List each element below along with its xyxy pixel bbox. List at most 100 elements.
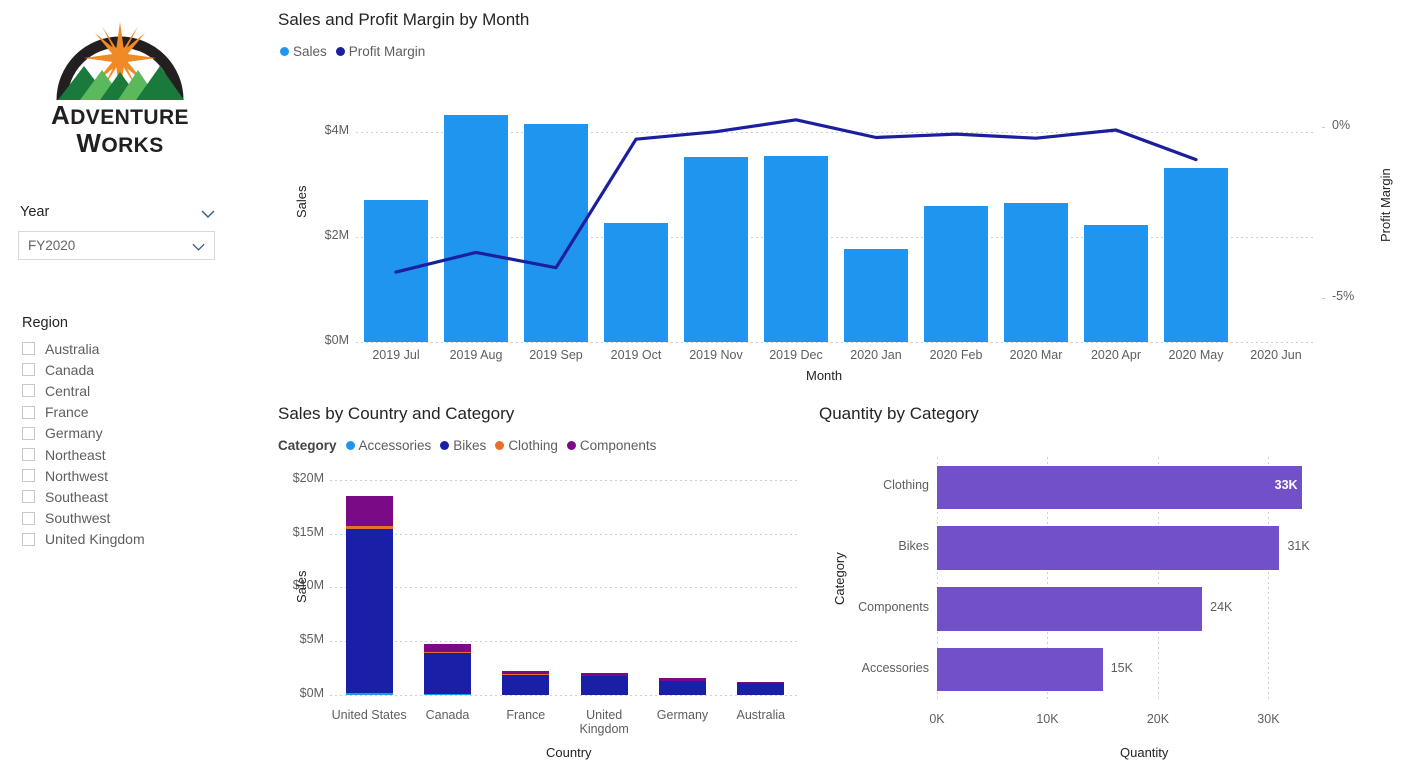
chart2-x-tick: United Kingdom [579,708,629,737]
chart1-bar[interactable] [1164,168,1228,342]
chart2-bar-segment[interactable] [659,678,706,681]
chart1-bar[interactable] [604,223,668,342]
chart2-bar-segment[interactable] [737,681,785,684]
legend-item-sales[interactable]: Sales [280,44,327,59]
chart1-x-tick: 2019 Nov [689,348,743,362]
legend-label: Accessories [358,438,432,453]
chart2-y-tick: $0M [299,686,324,700]
legend-label: Profit Margin [348,44,426,59]
chart2-bar-segment[interactable] [659,681,706,695]
chart1-bar[interactable] [1084,225,1148,342]
chart1-bar[interactable] [764,156,828,342]
chart1-bar[interactable] [684,156,748,342]
legend-item-bikes[interactable]: Bikes [440,438,486,453]
chart1-bar[interactable] [924,206,988,342]
chart2-bar-segment[interactable] [737,683,785,695]
chart1-y-tick: $4M [324,122,349,137]
chart2-legend[interactable]: Category Accessories Bikes Clothing Comp… [278,438,665,453]
chart1-y2-tickmark [1322,127,1325,129]
chart2-bar-segment[interactable] [580,672,628,676]
chart3-value-label: 31K [1287,539,1310,554]
chart2-bar-segment[interactable] [424,652,471,654]
legend-item-accessories[interactable]: Accessories [345,438,432,453]
chart3-bar[interactable] [937,465,1302,510]
chart3-bar[interactable] [937,526,1280,570]
chart2-y-tick: $20M [292,470,324,485]
chart2-gridline [330,641,800,643]
chart1-x-tick: 2020 Apr [1090,348,1142,362]
dashboard-page: ADVENTURE WORKS Year FY2020 Region Austr… [0,0,1404,778]
chart1-y-tick: $2M [324,227,349,242]
chart1-x-tick: 2019 Dec [769,348,823,362]
chart2-x-tick: Germany [656,708,709,722]
chart2-x-tick: Australia [736,708,786,722]
chart2-y-axis-label: Sales [294,570,309,603]
chart2-bar-segment[interactable] [424,653,471,695]
chart2-x-axis-label: Country [546,745,592,760]
chart2-bar-segment[interactable] [580,676,628,695]
chart2-bar-segment[interactable] [502,675,550,695]
chart3-x-tick: 10K [1036,712,1059,726]
chart1-y2-tick: 0% [1332,118,1351,133]
legend-swatch [566,441,576,450]
chart1-x-tick: 2020 Jan [850,348,902,362]
legend-swatch [495,441,505,450]
legend-swatch [335,47,345,56]
chart1-bar[interactable] [844,248,908,342]
chart1-y-axis-label: Sales [294,185,309,218]
legend-item-clothing[interactable]: Clothing [495,438,558,453]
chart2-gridline [330,479,800,481]
chart2-x-tick: France [506,708,546,722]
chart3-x-tick: 0K [929,712,945,726]
chart1-y2-tickmark [1322,297,1325,299]
chart1-bar[interactable] [364,199,428,342]
legend-label: Components [579,438,657,453]
legend-label: Sales [293,44,327,59]
chart3-title: Quantity by Category [819,404,979,423]
sales-and-profit-by-month-chart[interactable]: Sales and Profit Margin by Month Sales P… [0,0,1404,395]
quantity-by-category-chart[interactable]: Quantity by Category 0K 10K 20K 30K Clothing… [810,395,1404,778]
chart2-gridline [330,695,800,696]
chart1-x-axis-label: Month [806,368,843,383]
sales-by-country-and-category-chart[interactable]: Sales by Country and Category Category A… [0,395,810,778]
chart3-category-label: Accessories [861,660,929,675]
chart3-bar[interactable] [937,647,1103,692]
chart1-x-tick: 2019 Aug [449,348,503,362]
chart1-bar[interactable] [524,123,588,342]
chart3-value-label: 24K [1210,599,1233,614]
chart3-x-axis-label: Quantity [1120,745,1169,760]
legend-label: Clothing [508,438,558,453]
chart2-bar-segment[interactable] [345,529,393,693]
legend-header: Category [278,438,337,453]
chart2-bar-segment[interactable] [424,644,471,653]
chart1-bar[interactable] [444,114,508,342]
chart1-bar[interactable] [1004,202,1068,342]
chart2-gridline [330,533,800,535]
chart1-x-tick: 2020 Feb [929,348,983,362]
legend-swatch [440,441,450,450]
legend-item-components[interactable]: Components [566,438,657,453]
chart1-y2-tick: -5% [1332,288,1355,303]
chart3-value-label: 15K [1110,660,1133,675]
chart1-gridline [356,342,1316,343]
legend-label: Bikes [453,438,487,453]
chart2-bar-segment[interactable] [502,670,550,675]
chart3-bar[interactable] [937,587,1203,631]
chart3-value-label: 33K [1274,478,1298,493]
chart3-x-tick: 20K [1146,712,1170,726]
chart3-category-label: Clothing [883,478,929,493]
legend-item-profit-margin[interactable]: Profit Margin [335,44,426,59]
chart1-y2-axis-label: Profit Margin [1378,168,1393,242]
chart2-gridline [330,587,800,589]
chart2-title: Sales by Country and Category [278,404,515,423]
chart2-x-tick: Canada [425,708,470,722]
chart1-x-tick: 2019 Oct [610,348,662,362]
chart2-bar-segment[interactable] [345,495,393,527]
chart2-y-tick: $5M [299,632,324,647]
chart2-y-tick: $15M [292,524,324,539]
chart2-bar-segment[interactable] [345,692,393,695]
chart1-x-tick: 2019 Jul [372,348,420,362]
legend-swatch [280,47,289,56]
chart2-bar-segment[interactable] [345,526,393,530]
chart1-legend[interactable]: Sales Profit Margin [280,44,434,59]
